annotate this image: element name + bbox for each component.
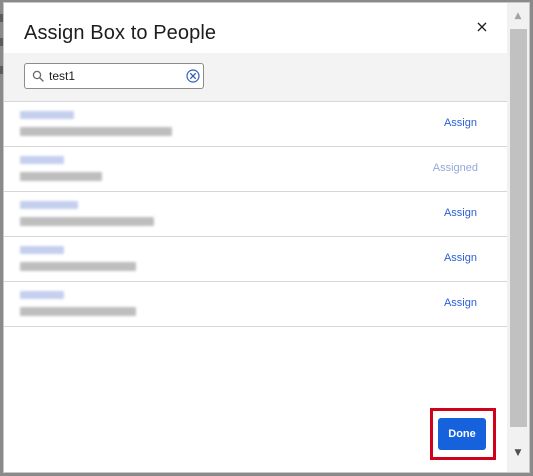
close-icon[interactable]: × [472, 17, 492, 37]
assigned-status: Assigned [432, 162, 478, 174]
redacted-person-email [20, 127, 172, 136]
assign-button[interactable]: Assign [444, 207, 477, 219]
modal-header: Assign Box to People × [4, 3, 507, 53]
assign-button[interactable]: Assign [444, 117, 477, 129]
assign-button[interactable]: Assign [444, 297, 477, 309]
redacted-person-name [20, 201, 78, 209]
search-box[interactable] [24, 63, 204, 89]
redacted-person-name [20, 291, 64, 299]
scroll-down-arrow-icon[interactable]: ▼ [512, 446, 524, 460]
redacted-person-email [20, 172, 102, 181]
done-button[interactable]: Done [438, 418, 486, 450]
person-row: Assign [4, 236, 507, 281]
redacted-person-name [20, 111, 74, 119]
modal-title: Assign Box to People [24, 22, 217, 44]
people-list: Assign Assigned Assign Assign Assign [4, 101, 507, 327]
search-icon [32, 70, 44, 82]
redacted-person-name [20, 156, 64, 164]
redacted-person-email [20, 262, 136, 271]
person-row: Assigned [4, 146, 507, 191]
scrollbar-thumb[interactable] [510, 29, 527, 427]
assign-box-modal: Assign Box to People × Assign Assigne [3, 2, 530, 473]
person-row: Assign [4, 191, 507, 236]
person-row: Assign [4, 101, 507, 146]
scroll-up-arrow-icon[interactable]: ▲ [512, 9, 524, 23]
redacted-person-email [20, 217, 154, 226]
search-bar-area [4, 53, 507, 101]
modal-footer: Done [4, 408, 507, 468]
search-input[interactable] [49, 67, 179, 85]
clear-search-icon[interactable] [186, 69, 200, 83]
redacted-person-name [20, 246, 64, 254]
redacted-person-email [20, 307, 136, 316]
scrollbar[interactable]: ▲ ▼ [507, 3, 529, 472]
person-row: Assign [4, 281, 507, 327]
assign-button[interactable]: Assign [444, 252, 477, 264]
